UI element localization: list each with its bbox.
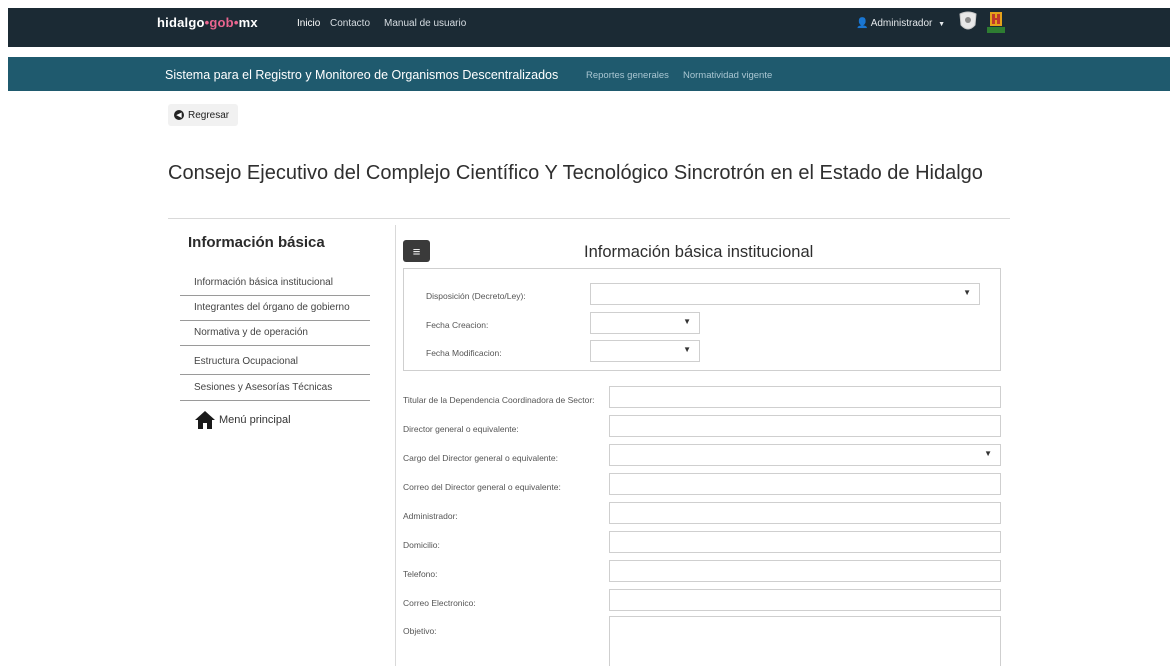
field-label-cargo-director: Cargo del Director general o equivalente… — [403, 453, 558, 463]
sidebar-item-menu-principal[interactable]: Menú principal — [194, 410, 291, 430]
nav-manual[interactable]: Manual de usuario — [384, 18, 466, 29]
telefono-input[interactable] — [609, 560, 1001, 582]
section-title: Información básica institucional — [584, 243, 814, 261]
arrow-left-icon: ◀ — [174, 110, 184, 120]
content-divider — [395, 225, 396, 666]
system-title: Sistema para el Registro y Monitoreo de … — [165, 68, 559, 82]
sidebar-item-sesiones[interactable]: Sesiones y Asesorías Técnicas — [180, 377, 370, 401]
field-label-fecha-modificacion: Fecha Modificacion: — [426, 348, 502, 358]
titular-input[interactable] — [609, 386, 1001, 408]
fecha-modificacion-select[interactable]: ▼ — [590, 340, 700, 362]
hamburger-menu-button[interactable]: ≡ — [403, 240, 430, 262]
field-label-correo-electronico: Correo Electronico: — [403, 598, 476, 608]
administrador-input[interactable] — [609, 502, 1001, 524]
nav-inicio[interactable]: Inicio — [297, 18, 320, 29]
chevron-down-icon: ▼ — [683, 317, 691, 326]
field-label-administrador: Administrador: — [403, 511, 458, 521]
field-label-correo-director: Correo del Director general o equivalent… — [403, 482, 561, 492]
menu-principal-label: Menú principal — [219, 414, 291, 426]
brand-part-hidalgo: hidalgo — [157, 15, 205, 30]
brand-logo[interactable]: hidalgo•gob•mx — [157, 15, 258, 30]
sidebar-item-estructura[interactable]: Estructura Ocupacional — [180, 351, 370, 375]
chevron-down-icon: ▼ — [963, 288, 971, 297]
field-label-titular: Titular de la Dependencia Coordinadora d… — [403, 395, 595, 405]
director-input[interactable] — [609, 415, 1001, 437]
disposicion-select[interactable]: ▼ — [590, 283, 980, 305]
chevron-down-icon: ▼ — [984, 449, 992, 458]
field-label-fecha-creacion: Fecha Creacion: — [426, 320, 489, 330]
user-menu[interactable]: 👤 Administrador ▼ — [856, 18, 945, 29]
divider — [168, 218, 1010, 219]
nav-reportes-generales[interactable]: Reportes generales — [586, 70, 669, 81]
sidebar-item-info-basica[interactable]: Información básica institucional — [180, 272, 370, 296]
chevron-down-icon: ▼ — [683, 345, 691, 354]
nav-contacto[interactable]: Contacto — [330, 18, 370, 29]
correo-electronico-input[interactable] — [609, 589, 1001, 611]
field-label-disposicion: Disposición (Decreto/Ley): — [426, 291, 526, 301]
back-button[interactable]: ◀ Regresar — [168, 104, 238, 126]
chevron-down-icon: ▼ — [938, 21, 946, 28]
hamburger-icon: ≡ — [412, 243, 421, 259]
correo-director-input[interactable] — [609, 473, 1001, 495]
objetivo-textarea[interactable] — [609, 616, 1001, 666]
user-menu-label: Administrador — [870, 18, 933, 29]
sidebar-item-integrantes[interactable]: Integrantes del órgano de gobierno — [180, 297, 370, 321]
field-label-director: Director general o equivalente: — [403, 424, 519, 434]
page-title: Consejo Ejecutivo del Complejo Científic… — [168, 162, 983, 184]
home-icon — [195, 411, 215, 429]
sidebar-item-normativa[interactable]: Normativa y de operación — [180, 322, 370, 346]
field-label-domicilio: Domicilio: — [403, 540, 440, 550]
sidebar-heading: Información básica — [188, 234, 325, 251]
brand-part-gob: gob — [209, 15, 234, 30]
back-button-label: Regresar — [188, 109, 230, 121]
hidalgo-logo-icon — [987, 12, 1005, 33]
user-icon: 👤 — [856, 18, 869, 29]
domicilio-input[interactable] — [609, 531, 1001, 553]
brand-part-mx: mx — [238, 15, 258, 30]
field-label-objetivo: Objetivo: — [403, 626, 437, 636]
cargo-director-select[interactable]: ▼ — [609, 444, 1001, 466]
fecha-creacion-select[interactable]: ▼ — [590, 312, 700, 334]
nav-normatividad-vigente[interactable]: Normatividad vigente — [683, 70, 772, 81]
field-label-telefono: Telefono: — [403, 569, 438, 579]
state-emblem-icon — [959, 11, 977, 30]
